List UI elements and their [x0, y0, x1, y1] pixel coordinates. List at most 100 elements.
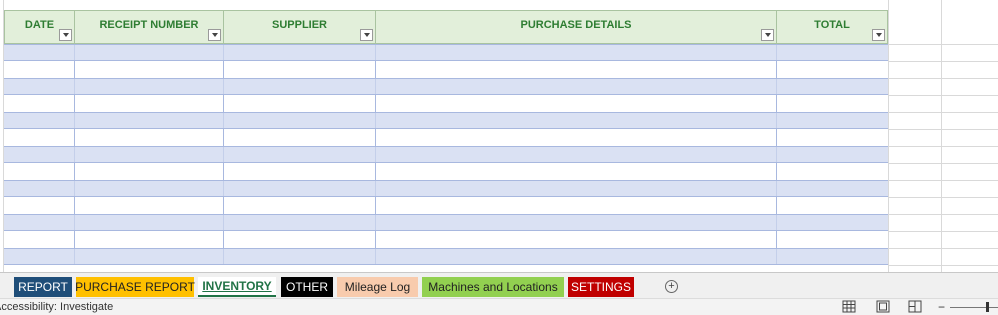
sheet-tab-label: OTHER: [286, 280, 328, 294]
column-header-label: TOTAL: [814, 19, 850, 31]
table-row[interactable]: [4, 146, 888, 163]
cell-divider: [776, 163, 777, 180]
column-header-label: PURCHASE DETAILS: [520, 19, 632, 31]
gridline: [888, 44, 998, 45]
column-header-total[interactable]: TOTAL: [776, 10, 888, 44]
cell-divider: [375, 215, 376, 230]
table-row[interactable]: [4, 95, 888, 112]
cell-divider: [375, 249, 376, 264]
cell-divider: [776, 61, 777, 78]
column-header-receipt-number[interactable]: RECEIPT NUMBER: [74, 10, 224, 44]
cell-divider: [375, 113, 376, 128]
cell-divider: [223, 215, 224, 230]
cell-divider: [375, 45, 376, 60]
filter-dropdown-button[interactable]: [360, 29, 373, 41]
zoom-slider[interactable]: [950, 307, 998, 308]
cell-divider: [74, 181, 75, 196]
sheet-tab-label: PURCHASE REPORT: [75, 280, 195, 294]
zoom-out-icon[interactable]: −: [938, 300, 945, 314]
page-layout-view-icon[interactable]: [876, 300, 890, 313]
cell-divider: [223, 163, 224, 180]
cell-divider: [776, 45, 777, 60]
cell-divider: [375, 147, 376, 162]
gridline: [888, 163, 998, 164]
sheet-tabs-bar: REPORT PURCHASE REPORT INVENTORY OTHER M…: [0, 272, 998, 298]
cell-divider: [74, 249, 75, 264]
gridline: [888, 61, 998, 62]
filter-dropdown-button[interactable]: [208, 29, 221, 41]
accessibility-status[interactable]: Accessibility: Investigate: [0, 301, 113, 313]
column-header-date[interactable]: DATE: [4, 10, 75, 44]
cell-divider: [223, 129, 224, 146]
gridline: [888, 214, 998, 215]
column-header-purchase-details[interactable]: PURCHASE DETAILS: [375, 10, 777, 44]
cell-divider: [375, 181, 376, 196]
table-row[interactable]: [4, 61, 888, 78]
cell-divider: [776, 147, 777, 162]
table-row[interactable]: [4, 129, 888, 146]
normal-view-icon[interactable]: [842, 300, 856, 313]
sheet-tab-mileage-log[interactable]: Mileage Log: [337, 277, 418, 297]
cell-divider: [223, 113, 224, 128]
cell-divider: [776, 79, 777, 94]
cell-divider: [776, 129, 777, 146]
cell-divider: [223, 147, 224, 162]
sheet-tab-report[interactable]: REPORT: [14, 277, 72, 297]
gridline: [888, 197, 998, 198]
table-row[interactable]: [4, 44, 888, 61]
plus-circle-icon[interactable]: +: [665, 280, 678, 293]
cell-divider: [74, 95, 75, 112]
filter-dropdown-button[interactable]: [59, 29, 72, 41]
column-header-label: SUPPLIER: [271, 19, 327, 31]
sheet-tab-settings[interactable]: SETTINGS: [568, 277, 634, 297]
sheet-tab-other[interactable]: OTHER: [281, 277, 333, 297]
gridline: [888, 112, 998, 113]
sheet-tab-label: Mileage Log: [344, 280, 411, 294]
cell-divider: [375, 197, 376, 214]
chevron-down-icon: [875, 33, 882, 37]
cell-divider: [375, 129, 376, 146]
cell-divider: [74, 113, 75, 128]
sheet-tab-label: SETTINGS: [570, 280, 631, 294]
gridline: [888, 78, 998, 79]
cell-divider: [74, 197, 75, 214]
page-break-preview-icon[interactable]: [908, 300, 922, 313]
table-row[interactable]: [4, 248, 888, 265]
sheet-tab-inventory[interactable]: INVENTORY: [198, 277, 276, 297]
table-row[interactable]: [4, 112, 888, 129]
cell-divider: [776, 249, 777, 264]
sheet-tab-purchase-report[interactable]: PURCHASE REPORT: [75, 277, 195, 297]
chevron-down-icon: [764, 33, 771, 37]
cell-divider: [375, 79, 376, 94]
gridline: [888, 265, 998, 266]
table-row[interactable]: [4, 214, 888, 231]
zoom-slider-thumb[interactable]: [986, 302, 989, 312]
cell-divider: [74, 147, 75, 162]
gridline: [888, 95, 998, 96]
sheet-tab-machines-and-locations[interactable]: Machines and Locations: [422, 277, 564, 297]
gridline: [888, 231, 998, 232]
cell-divider: [74, 61, 75, 78]
table-row[interactable]: [4, 163, 888, 180]
cell-divider: [223, 61, 224, 78]
cell-divider: [223, 79, 224, 94]
filter-dropdown-button[interactable]: [872, 29, 885, 41]
table-row[interactable]: [4, 231, 888, 248]
cell-divider: [223, 181, 224, 196]
table-row[interactable]: [4, 78, 888, 95]
spreadsheet-grid[interactable]: DATE RECEIPT NUMBER SUPPLIER PURCHASE DE…: [0, 0, 998, 272]
cell-divider: [223, 95, 224, 112]
sheet-tab-label: REPORT: [18, 280, 68, 294]
cell-divider: [776, 181, 777, 196]
filter-dropdown-button[interactable]: [761, 29, 774, 41]
cell-divider: [776, 95, 777, 112]
status-bar: Accessibility: Investigate −: [0, 298, 998, 315]
cell-divider: [74, 129, 75, 146]
cell-divider: [223, 45, 224, 60]
cell-divider: [776, 231, 777, 248]
table-row[interactable]: [4, 180, 888, 197]
column-header-label: RECEIPT NUMBER: [99, 19, 199, 31]
table-row[interactable]: [4, 197, 888, 214]
column-header-supplier[interactable]: SUPPLIER: [223, 10, 376, 44]
chevron-down-icon: [62, 33, 69, 37]
